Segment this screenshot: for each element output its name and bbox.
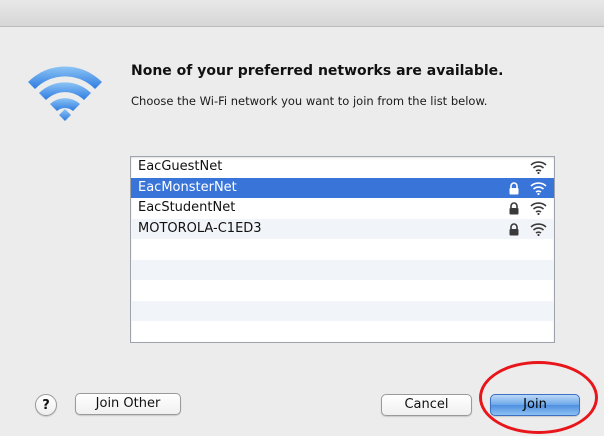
network-row[interactable]: MOTOROLA-C1ED3 [131,218,554,239]
wifi-signal-icon [530,181,547,195]
network-name: EacStudentNet [138,200,236,215]
empty-row [131,321,554,342]
help-button[interactable]: ? [35,394,57,416]
lock-icon [508,181,520,195]
network-row[interactable]: EacGuestNet [131,157,554,178]
dialog-subheading: Choose the Wi-Fi network you want to joi… [131,94,488,108]
network-row[interactable]: EacStudentNet [131,198,554,219]
network-list[interactable]: EacGuestNet EacMonsterNet EacStudentNet MOT… [130,156,555,343]
cancel-button[interactable]: Cancel [381,394,472,416]
network-name: EacGuestNet [138,159,223,174]
lock-icon [508,202,520,215]
join-other-button[interactable]: Join Other [75,393,181,415]
empty-row [131,300,554,321]
empty-row [131,259,554,280]
network-name: EacMonsterNet [138,179,237,195]
network-name: MOTOROLA-C1ED3 [138,220,262,236]
dialog-heading: None of your preferred networks are avai… [131,63,504,79]
annotation-circle [479,361,598,434]
network-row[interactable]: EacMonsterNet [131,177,554,198]
wifi-icon [28,66,102,121]
empty-row [131,280,554,301]
lock-icon [508,222,520,236]
wifi-signal-icon [530,201,547,216]
window-titlebar[interactable] [0,0,604,27]
wifi-signal-icon [530,160,547,175]
wifi-signal-icon [530,222,547,236]
empty-row [131,239,554,260]
